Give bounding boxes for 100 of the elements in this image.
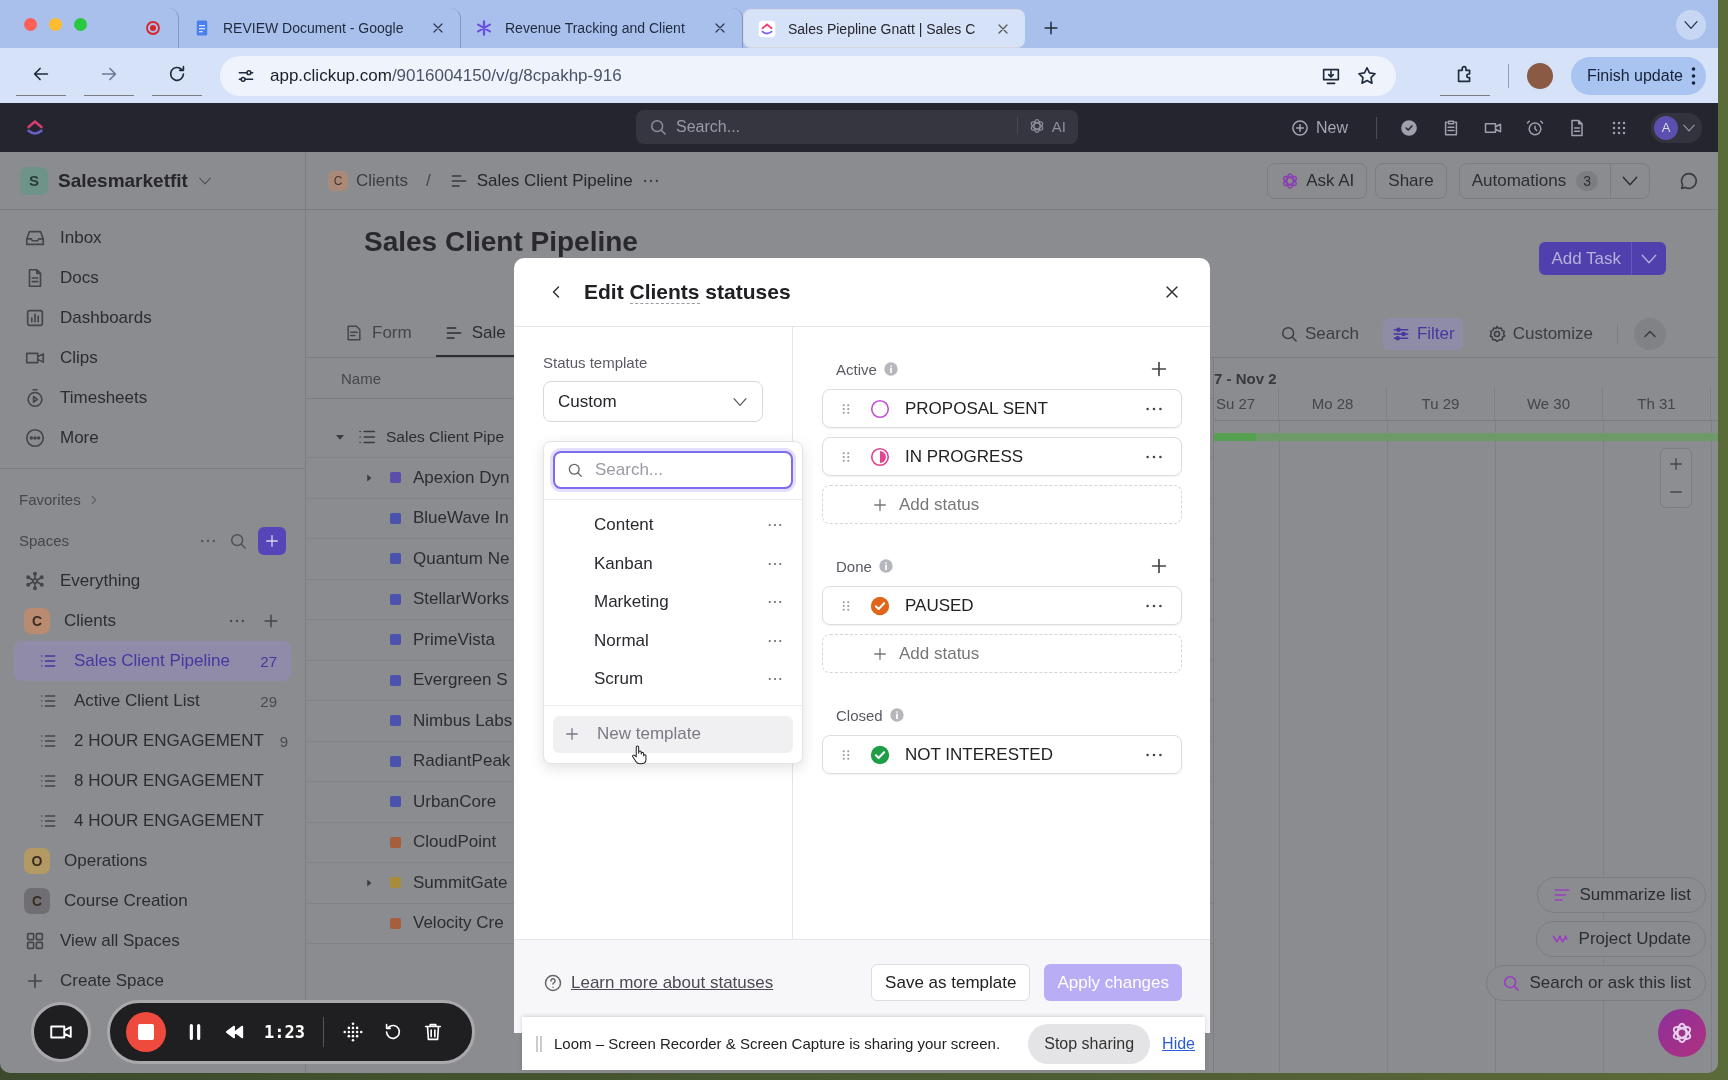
status-square[interactable] (390, 553, 401, 565)
nav-item[interactable]: Dashboards (14, 298, 291, 338)
drag-handle-icon[interactable] (536, 1035, 542, 1052)
breadcrumb-link[interactable]: Sales Client Pipeline (476, 170, 633, 191)
nav-item[interactable]: Everything (14, 561, 291, 601)
nav-item[interactable]: Inbox (14, 218, 291, 258)
camera-button[interactable] (31, 1002, 91, 1062)
status-row[interactable]: NOT INTERESTED (822, 735, 1182, 774)
status-square[interactable] (390, 512, 401, 524)
status-name[interactable]: IN PROGRESS (905, 446, 1024, 467)
status-name[interactable]: PAUSED (905, 595, 974, 616)
task-name[interactable]: CloudPoint (413, 832, 497, 853)
share-button[interactable]: Share (1375, 162, 1447, 199)
task-name[interactable]: StellarWorks (413, 589, 510, 610)
ai-action-button[interactable]: Search or ask this list (1486, 965, 1706, 1001)
status-square[interactable] (390, 593, 401, 605)
template-option[interactable]: Scrum (594, 669, 644, 690)
address-bar[interactable]: app.clickup.com/9016004150/v/g/8cpakhp-916 (220, 55, 1396, 96)
status-square[interactable] (390, 674, 401, 686)
learn-more-link[interactable]: Learn more about statuses (571, 972, 774, 993)
template-option[interactable]: Marketing (594, 592, 669, 613)
check-circle-icon[interactable] (1399, 117, 1419, 138)
task-name[interactable]: RadiantPeak (413, 751, 511, 772)
workspace-name[interactable]: Salesmarketfit (58, 169, 188, 192)
half-circle-icon[interactable] (869, 445, 891, 468)
status-square[interactable] (390, 634, 401, 646)
list-item[interactable]: 8 HOUR ENGAGEMENT (14, 761, 291, 801)
status-square[interactable] (390, 796, 401, 808)
user-avatar[interactable]: A (1651, 112, 1702, 143)
task-name[interactable]: Quantum Ne (413, 548, 510, 569)
status-square[interactable] (390, 472, 401, 484)
zoom-in-icon[interactable] (1667, 455, 1685, 473)
nav-item[interactable]: Create Space (14, 961, 291, 1001)
tab-search-button[interactable] (1676, 10, 1706, 40)
info-icon[interactable] (882, 361, 899, 377)
list-item[interactable]: Sales Client Pipeline 27 (14, 641, 291, 681)
stop-sharing-button[interactable]: Stop sharing (1028, 1023, 1151, 1064)
status-square[interactable] (390, 715, 401, 727)
task-name[interactable]: Evergreen S (413, 670, 508, 691)
task-name[interactable]: SummitGate (413, 872, 508, 893)
status-row[interactable]: PROPOSAL SENT (822, 389, 1182, 428)
workspace-avatar[interactable]: S (20, 166, 48, 195)
new-button[interactable]: New (1284, 116, 1354, 139)
group-name[interactable]: Sales Client Pipe (386, 428, 505, 446)
template-option[interactable]: Kanban (594, 553, 653, 574)
status-row[interactable]: PAUSED (822, 586, 1182, 625)
profile-avatar[interactable] (1526, 62, 1553, 89)
add-task-button[interactable]: Add Task (1539, 242, 1666, 275)
template-option[interactable]: Normal (594, 630, 649, 651)
stop-recording-button[interactable] (126, 1012, 166, 1052)
toolbar-button[interactable]: Search (1271, 317, 1367, 350)
status-name[interactable]: NOT INTERESTED (905, 744, 1053, 765)
info-icon[interactable] (888, 707, 905, 723)
add-space-button[interactable] (258, 526, 286, 555)
nav-item[interactable]: Clips (14, 338, 291, 378)
template-search-field[interactable]: Search... (553, 451, 793, 489)
collapse-button[interactable] (1634, 317, 1666, 350)
template-dropdown[interactable]: Custom (543, 381, 763, 422)
dots-grid-icon[interactable] (341, 1021, 364, 1043)
task-name[interactable]: Velocity Cre (413, 913, 504, 934)
task-name[interactable]: Apexion Dyn (413, 467, 510, 488)
favorites-label[interactable]: Favorites (19, 491, 81, 508)
ai-assistant-button[interactable] (1658, 1009, 1706, 1057)
toolbar-button[interactable]: Customize (1478, 317, 1601, 350)
hide-link[interactable]: Hide (1162, 1034, 1195, 1053)
window-controls[interactable] (24, 17, 87, 31)
nav-item[interactable]: View all Spaces (14, 921, 291, 961)
toolbar-button[interactable]: Filter (1382, 317, 1463, 350)
browser-tab[interactable]: Sales Piepline Gnatt | Sales C (743, 9, 1025, 48)
automations-menu-button[interactable] (1611, 162, 1650, 199)
check-circle-icon[interactable] (869, 594, 891, 617)
list-item[interactable]: 4 HOUR ENGAGEMENT (14, 801, 291, 841)
space-item[interactable]: C Course Creation (14, 881, 291, 921)
template-option[interactable]: Content (594, 515, 654, 536)
hollow-circle-icon[interactable] (869, 397, 891, 420)
check-circle-icon[interactable] (869, 743, 891, 766)
view-tab[interactable]: Form (336, 310, 420, 357)
bookmark-star-icon[interactable] (1355, 64, 1378, 87)
task-name[interactable]: BlueWave In (413, 508, 509, 529)
nav-item[interactable]: Docs (14, 258, 291, 298)
add-status-button[interactable]: Add status (822, 485, 1182, 524)
ai-action-button[interactable]: Summarize list (1536, 877, 1706, 913)
save-as-template-button[interactable]: Save as template (871, 964, 1031, 1001)
list-item[interactable]: Active Client List 29 (14, 681, 291, 721)
ask-ai-button[interactable]: Ask AI (1267, 162, 1368, 199)
ai-action-button[interactable]: Project Update (1535, 921, 1706, 957)
nav-item[interactable]: Timesheets (14, 378, 291, 418)
breadcrumb-link[interactable]: Clients (356, 170, 408, 191)
info-icon[interactable] (877, 558, 894, 574)
space-item[interactable]: C Clients (14, 601, 291, 641)
automations-button[interactable]: Automations 3 (1458, 162, 1611, 199)
status-square[interactable] (390, 755, 401, 767)
task-name[interactable]: Nimbus Labs (413, 710, 513, 731)
nav-item[interactable]: More (14, 418, 291, 458)
status-name[interactable]: PROPOSAL SENT (905, 398, 1048, 419)
task-name[interactable]: PrimeVista (413, 629, 495, 650)
finish-update-button[interactable]: Finish update (1570, 56, 1706, 95)
task-name[interactable]: UrbanCore (413, 791, 497, 812)
list-item[interactable]: 2 HOUR ENGAGEMENT 9 (14, 721, 291, 761)
add-status-button[interactable]: Add status (822, 634, 1182, 673)
